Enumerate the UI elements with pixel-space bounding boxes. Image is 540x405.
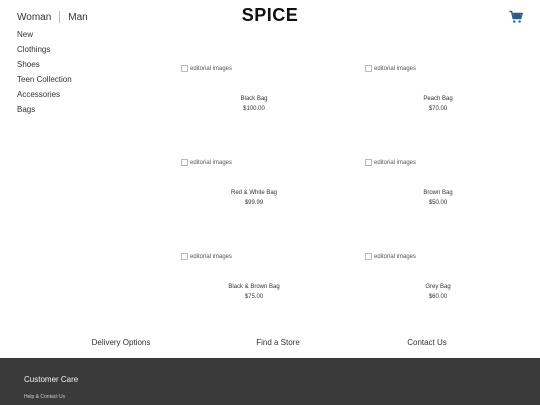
product-name[interactable]: Black Bag xyxy=(181,96,327,102)
product-card[interactable]: editorial images Black Bag $100.00 xyxy=(181,65,365,159)
product-card[interactable]: editorial images Brown Bag $50.00 xyxy=(365,159,540,253)
product-card[interactable]: editorial images Red & White Bag $99.99 xyxy=(181,159,365,253)
product-price: $99.99 xyxy=(244,200,264,206)
product-price: $60.00 xyxy=(428,294,448,300)
sidebar-item-clothings[interactable]: Clothings xyxy=(17,45,72,60)
service-links: Delivery Options Find a Store Contact Us xyxy=(0,338,540,350)
product-card[interactable]: editorial images Black & Brown Bag $75.0… xyxy=(181,253,365,347)
site-footer: Customer Care Help & Contact Us xyxy=(0,358,540,405)
product-price: $70.00 xyxy=(428,106,448,112)
shopping-cart-icon xyxy=(509,10,523,23)
product-image[interactable]: editorial images xyxy=(181,159,232,166)
contact-us-link[interactable]: Contact Us xyxy=(407,338,447,347)
nav-woman-link[interactable]: Woman xyxy=(17,12,51,23)
product-price: $75.00 xyxy=(244,294,264,300)
product-price: $50.00 xyxy=(428,200,448,206)
sidebar-item-shoes[interactable]: Shoes xyxy=(17,60,72,75)
product-name[interactable]: Black & Brown Bag xyxy=(181,284,327,290)
product-card[interactable]: editorial images Grey Bag $60.00 xyxy=(365,253,540,347)
product-name[interactable]: Brown Bag xyxy=(365,190,511,196)
category-sidebar: New Clothings Shoes Teen Collection Acce… xyxy=(17,30,72,120)
product-image[interactable]: editorial images xyxy=(181,65,232,72)
gender-nav: Woman Man xyxy=(17,11,88,23)
sidebar-item-accessories[interactable]: Accessories xyxy=(17,90,72,105)
product-image[interactable]: editorial images xyxy=(365,159,416,166)
product-name[interactable]: Red & White Bag xyxy=(181,190,327,196)
product-price: $100.00 xyxy=(243,106,265,112)
delivery-options-link[interactable]: Delivery Options xyxy=(92,338,151,347)
footer-help-link[interactable]: Help & Contact Us xyxy=(24,394,65,400)
footer-heading: Customer Care xyxy=(24,375,79,384)
brand-logo[interactable]: SPICE xyxy=(242,5,299,25)
find-a-store-link[interactable]: Find a Store xyxy=(256,338,300,347)
sidebar-item-teen-collection[interactable]: Teen Collection xyxy=(17,75,72,90)
product-grid: editorial images Black Bag $100.00 edito… xyxy=(181,65,540,347)
cart-button[interactable] xyxy=(509,10,523,24)
product-name[interactable]: Grey Bag xyxy=(365,284,511,290)
nav-man-link[interactable]: Man xyxy=(68,12,87,23)
product-card[interactable]: editorial images Peach Bag $70.00 xyxy=(365,65,540,159)
product-image[interactable]: editorial images xyxy=(365,253,416,260)
nav-divider xyxy=(59,11,61,23)
sidebar-item-new[interactable]: New xyxy=(17,30,72,45)
sidebar-item-bags[interactable]: Bags xyxy=(17,105,72,120)
product-image[interactable]: editorial images xyxy=(181,253,232,260)
product-image[interactable]: editorial images xyxy=(365,65,416,72)
product-name[interactable]: Peach Bag xyxy=(365,96,511,102)
